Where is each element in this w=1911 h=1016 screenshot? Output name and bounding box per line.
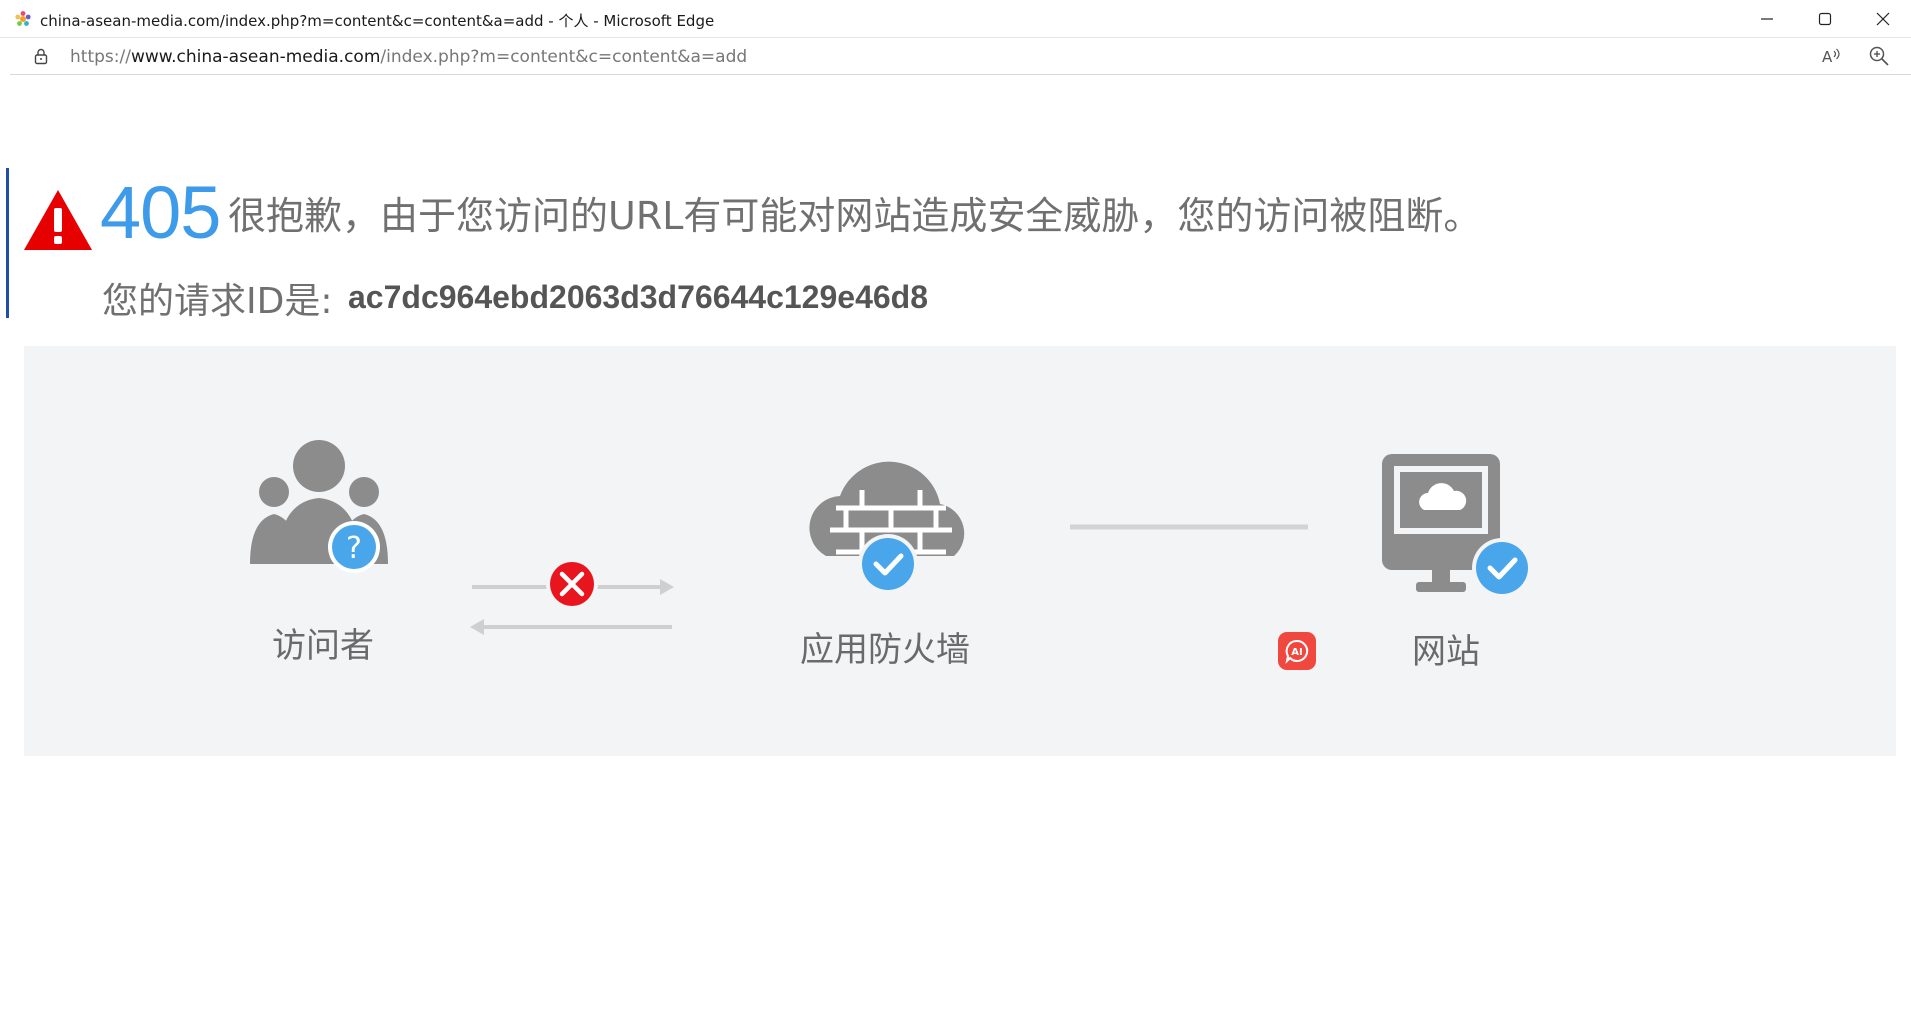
close-icon — [1876, 12, 1890, 26]
firewall-label: 应用防火墙 — [800, 630, 970, 670]
minimize-button[interactable] — [1738, 0, 1796, 38]
warning-triangle-icon — [24, 190, 92, 250]
zoom-icon[interactable] — [1868, 45, 1890, 67]
maximize-button[interactable] — [1796, 0, 1854, 38]
close-button[interactable] — [1854, 0, 1911, 38]
visitor-group-icon: ? — [250, 440, 388, 573]
error-message: 很抱歉，由于您访问的URL有可能对网站造成安全威胁，您的访问被阻断。 — [228, 194, 1482, 238]
url-host: www.china-asean-media.com — [130, 47, 381, 67]
firewall-cloud-icon — [809, 461, 965, 594]
request-id-value: ac7dc964ebd2063d3d76644c129e46d8 — [348, 279, 928, 315]
lock-icon[interactable] — [32, 47, 50, 65]
visitor-label: 访问者 — [272, 626, 374, 666]
svg-text:?: ? — [346, 531, 362, 566]
window-titlebar: china-asean-media.com/index.php?m=conten… — [0, 0, 1911, 38]
ai-assistant-button[interactable]: AI — [1278, 632, 1316, 670]
minimize-icon — [1761, 18, 1773, 20]
connection-line — [1070, 524, 1308, 530]
page-content: 405 很抱歉，由于您访问的URL有可能对网站造成安全威胁，您的访问被阻断。 您… — [0, 76, 1911, 1016]
read-aloud-icon[interactable]: A — [1820, 45, 1842, 67]
url-text[interactable]: https://www.china-asean-media.com/index.… — [70, 47, 747, 67]
website-monitor-icon — [1382, 454, 1532, 598]
request-id-label: 您的请求ID是: — [102, 281, 333, 322]
window-title: china-asean-media.com/index.php?m=conten… — [40, 12, 715, 30]
page-left-edge — [6, 168, 9, 318]
url-scheme: https:// — [70, 47, 131, 67]
url-path: /index.php?m=content&c=content&a=add — [380, 47, 748, 67]
svg-text:AI: AI — [1291, 647, 1302, 658]
website-label: 网站 — [1412, 632, 1480, 672]
blocked-connection-arrows — [470, 558, 674, 635]
address-bar[interactable]: https://www.china-asean-media.com/index.… — [10, 38, 1911, 75]
svg-text:A: A — [1822, 48, 1833, 66]
edge-site-icon — [15, 11, 31, 26]
maximize-icon — [1818, 12, 1832, 26]
error-code: 405 — [100, 171, 221, 254]
ai-assistant-icon: AI — [1285, 639, 1309, 664]
